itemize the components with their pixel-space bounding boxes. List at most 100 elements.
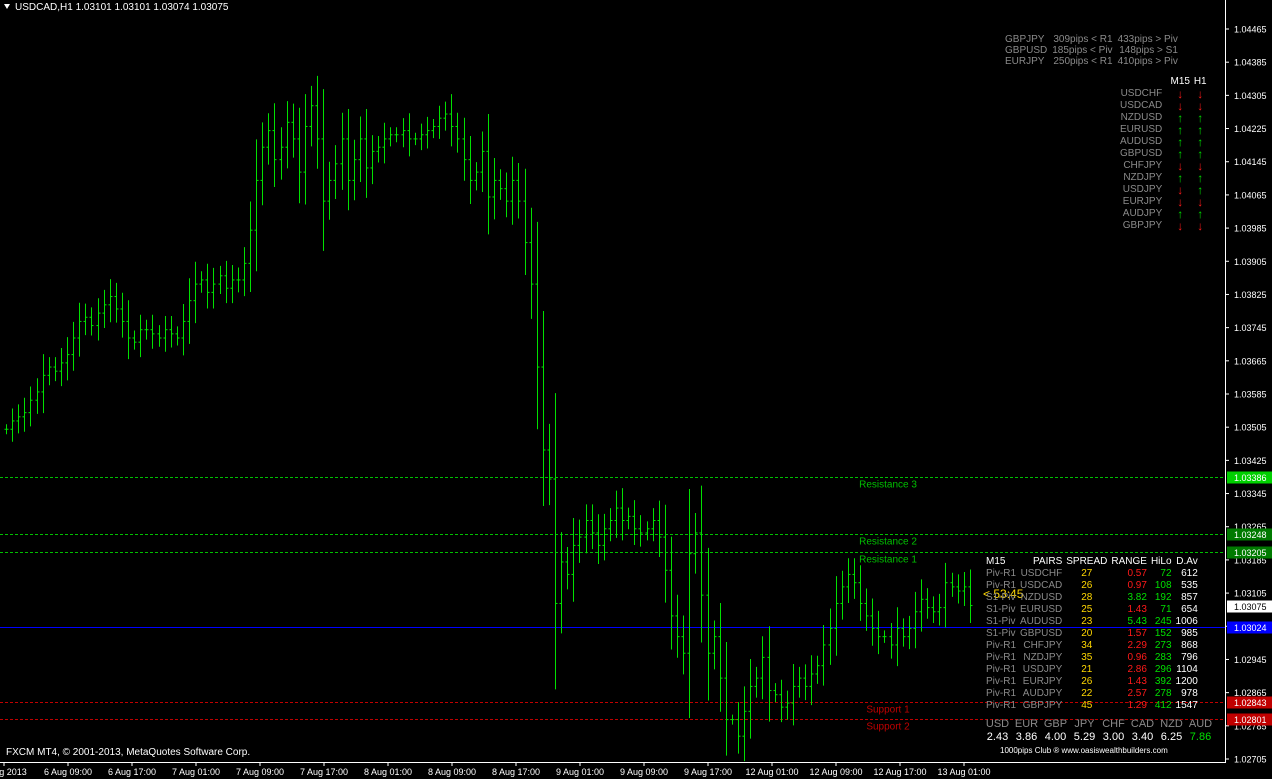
dash-dav: 1104: [1174, 664, 1200, 676]
pips-pair: EURJPY: [1005, 56, 1052, 67]
dash-dav: 985: [1174, 628, 1200, 640]
currency-value: 3.00: [1099, 731, 1128, 744]
dash-row: S1-PivAUDUSD235.432451006: [984, 616, 1200, 628]
dash-range: 0.96: [1109, 652, 1149, 664]
pips-pair: GBPJPY: [1005, 34, 1052, 45]
arrow-down-icon: ↓: [1170, 220, 1190, 232]
dash-dav: 857: [1174, 592, 1200, 604]
dash-dav: 654: [1174, 604, 1200, 616]
currency-name: EUR: [1012, 718, 1041, 731]
dash-pair: EURJPY: [1018, 676, 1064, 688]
dash-spread: 26: [1064, 580, 1109, 592]
dash-dav: 1006: [1174, 616, 1200, 628]
dash-dav: 612: [1174, 568, 1200, 580]
y-tick-label: 1.04065: [1234, 190, 1267, 200]
pairs-dashboard: M15 PAIRS SPREAD RANGE HiLo D.Av Piv-R1U…: [984, 556, 1200, 712]
dash-signal: Piv-R1: [984, 640, 1018, 652]
x-tick-label: 9 Aug 09:00: [620, 767, 668, 777]
currency-value: 2.43: [983, 731, 1012, 744]
level-price-label: 1.03205: [1234, 548, 1267, 558]
level-label: Resistance 3: [859, 480, 917, 491]
y-tick-label: 1.03425: [1234, 456, 1267, 466]
y-tick-label: 1.04305: [1234, 91, 1267, 101]
level-price-label: 1.02843: [1234, 698, 1267, 708]
x-tick-label: 9 Aug 17:00: [684, 767, 732, 777]
dash-signal: Piv-R1: [984, 568, 1018, 580]
copyright-text: FXCM MT4, © 2001-2013, MetaQuotes Softwa…: [6, 747, 250, 758]
y-tick-label: 1.02705: [1234, 755, 1267, 765]
dash-range: 2.57: [1109, 688, 1149, 700]
dash-header-pairs: PAIRS: [1018, 556, 1064, 568]
currency-strength-panel: USDEURGBPJPYCHFCADNZDAUD 2.433.864.005.2…: [983, 718, 1215, 744]
dash-pair: CHFJPY: [1018, 640, 1064, 652]
dash-range: 1.57: [1109, 628, 1149, 640]
dash-row: Piv-R1NZDJPY350.96283796: [984, 652, 1200, 664]
dash-spread: 34: [1064, 640, 1109, 652]
dash-header-spread: SPREAD: [1064, 556, 1109, 568]
dash-row: Piv-R1USDCHF270.5772612: [984, 568, 1200, 580]
trend-pair: CHFJPY: [1120, 160, 1170, 172]
currency-name: AUD: [1186, 718, 1215, 731]
dash-row: Piv-R1EURJPY261.433921200: [984, 676, 1200, 688]
dash-spread: 23: [1064, 616, 1109, 628]
currency-value: 4.00: [1041, 731, 1070, 744]
currency-value: 5.29: [1070, 731, 1099, 744]
trend-pair: EURJPY: [1120, 196, 1170, 208]
dash-range: 0.57: [1109, 568, 1149, 580]
dash-spread: 27: [1064, 568, 1109, 580]
dash-dav: 868: [1174, 640, 1200, 652]
dash-hilo: 152: [1149, 628, 1174, 640]
dash-range: 2.86: [1109, 664, 1149, 676]
dash-signal: Piv-R1: [984, 676, 1018, 688]
pips-row: GBPUSD185pips < Piv148pips > S1: [1005, 45, 1183, 56]
dash-dav: 535: [1174, 580, 1200, 592]
pips-info-panel: GBPJPY309pips < R1433pips > PivGBPUSD185…: [1005, 34, 1183, 67]
dash-hilo: 245: [1149, 616, 1174, 628]
trend-pair: USDJPY: [1120, 184, 1170, 196]
y-tick-label: 1.03905: [1234, 257, 1267, 267]
x-tick-label: 12 Aug 01:00: [745, 767, 798, 777]
currency-name: USD: [983, 718, 1012, 731]
currency-name: CHF: [1099, 718, 1128, 731]
currency-name: CAD: [1128, 718, 1157, 731]
level-label: Support 1: [866, 705, 910, 716]
pips-b: 148pips > S1: [1118, 45, 1183, 56]
y-tick-label: 1.03825: [1234, 290, 1267, 300]
level-label: Resistance 1: [859, 555, 917, 566]
pips-row: GBPJPY309pips < R1433pips > Piv: [1005, 34, 1183, 45]
dash-pair: AUDUSD: [1018, 616, 1064, 628]
chart-menu-arrow-icon[interactable]: [4, 4, 10, 9]
footer-link[interactable]: 1000pips Club ® www.oasiswealthbuilders.…: [1000, 746, 1168, 755]
dash-pair: NZDJPY: [1018, 652, 1064, 664]
trend-panel: M15 H1 USDCHF↓↓USDCAD↓↓NZDUSD↑↑EURUSD↑↑A…: [1120, 76, 1210, 232]
x-tick-label: 7 Aug 17:00: [300, 767, 348, 777]
y-tick-label: 1.03585: [1234, 390, 1267, 400]
dash-pair: USDCHF: [1018, 568, 1064, 580]
y-tick-label: 1.04385: [1234, 58, 1267, 68]
currency-value: 3.86: [1012, 731, 1041, 744]
dash-hilo: 283: [1149, 652, 1174, 664]
dash-row: S1-PivEURUSD251.4371654: [984, 604, 1200, 616]
dash-hilo: 412: [1149, 700, 1174, 712]
dash-pair: AUDJPY: [1018, 688, 1064, 700]
x-tick-label: 6 Aug 09:00: [44, 767, 92, 777]
y-tick-label: 1.02945: [1234, 655, 1267, 665]
y-tick-label: 1.03505: [1234, 423, 1267, 433]
dash-signal: Piv-R1: [984, 652, 1018, 664]
level-label: Support 2: [866, 722, 910, 733]
x-tick-label: 8 Aug 01:00: [364, 767, 412, 777]
dash-range: 0.97: [1109, 580, 1149, 592]
trend-pair: GBPUSD: [1120, 148, 1170, 160]
currency-name: GBP: [1041, 718, 1070, 731]
dash-signal: Piv-R1: [984, 664, 1018, 676]
dash-spread: 35: [1064, 652, 1109, 664]
dash-row: Piv-R1USDJPY212.862961104: [984, 664, 1200, 676]
dash-row: S1-PivNZDUSD283.82192857: [984, 592, 1200, 604]
pips-a: 185pips < Piv: [1052, 45, 1117, 56]
current-price-label: 1.03075: [1234, 602, 1267, 612]
dash-row: Piv-R1CHFJPY342.29273868: [984, 640, 1200, 652]
x-tick-label: 13 Aug 01:00: [937, 767, 990, 777]
dash-header-range: RANGE: [1109, 556, 1149, 568]
dash-row: S1-PivGBPUSD201.57152985: [984, 628, 1200, 640]
dash-hilo: 278: [1149, 688, 1174, 700]
